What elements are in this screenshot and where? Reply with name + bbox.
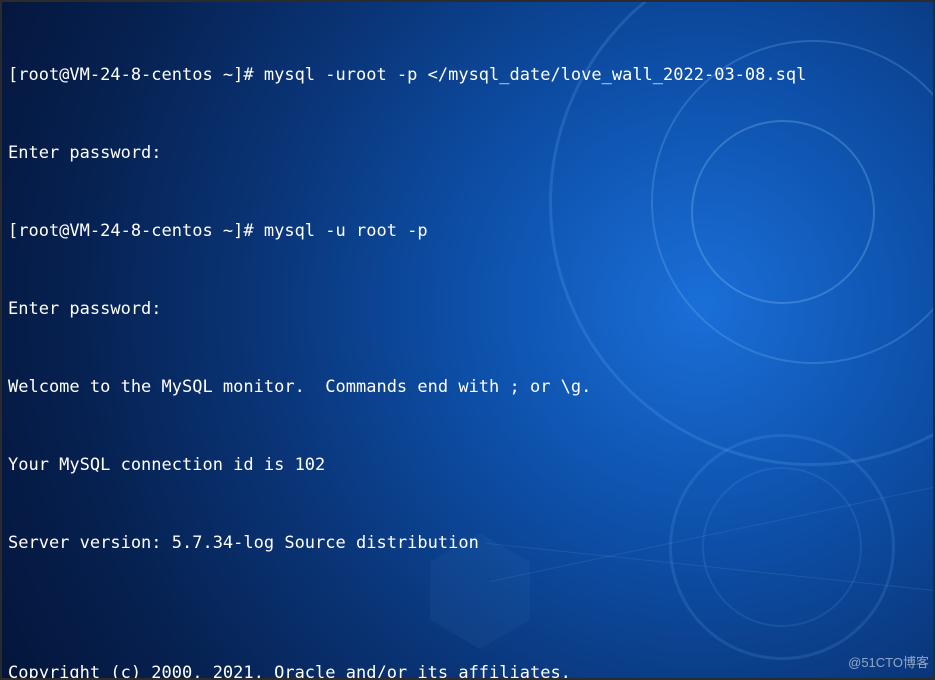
terminal-line: Server version: 5.7.34-log Source distri… bbox=[8, 530, 927, 556]
terminal-line: [root@VM-24-8-centos ~]# mysql -uroot -p… bbox=[8, 62, 927, 88]
watermark-label: @51CTO博客 bbox=[848, 650, 929, 676]
terminal-line: Enter password: bbox=[8, 140, 927, 166]
terminal-line: Copyright (c) 2000, 2021, Oracle and/or … bbox=[8, 660, 927, 680]
terminal-line: Welcome to the MySQL monitor. Commands e… bbox=[8, 374, 927, 400]
terminal-line: Enter password: bbox=[8, 296, 927, 322]
terminal-output[interactable]: [root@VM-24-8-centos ~]# mysql -uroot -p… bbox=[0, 0, 935, 680]
terminal-line: [root@VM-24-8-centos ~]# mysql -u root -… bbox=[8, 218, 927, 244]
terminal-line: Your MySQL connection id is 102 bbox=[8, 452, 927, 478]
